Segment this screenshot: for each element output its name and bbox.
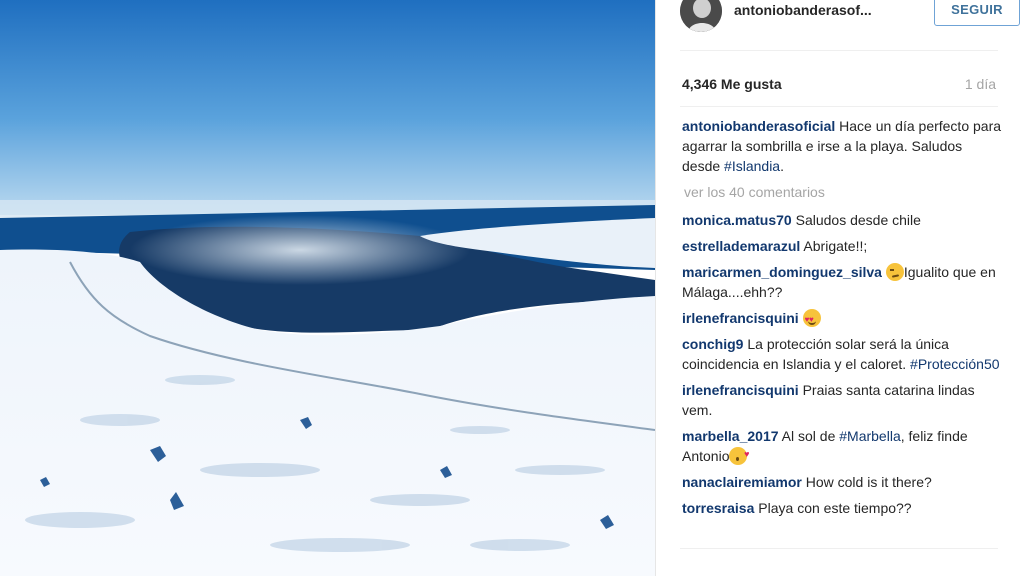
comment: irlenefrancisquini (682, 308, 1002, 330)
comments-divider (680, 548, 998, 549)
comment-username[interactable]: estrellademarazul (682, 238, 800, 254)
heart-eyes-emoji-icon (802, 309, 821, 330)
header-divider (680, 50, 998, 51)
comment-username[interactable]: maricarmen_dominguez_silva (682, 264, 882, 280)
comment: nanaclairemiamor How cold is it there? (682, 472, 1002, 492)
comment-text: Playa con este tiempo?? (758, 500, 912, 516)
comment: monica.matus70 Saludos desde chile (682, 210, 1002, 230)
likes-count[interactable]: 4,346 Me gusta (682, 76, 782, 92)
view-all-comments-link[interactable]: ver los 40 comentarios (684, 182, 1002, 202)
comment: irlenefrancisquini Praias santa catarina… (682, 380, 1002, 420)
iceland-landscape-image (0, 0, 655, 576)
comment-username[interactable]: nanaclairemiamor (682, 474, 802, 490)
comment-text: How cold is it there? (805, 474, 932, 490)
author-username[interactable]: antoniobanderasof... (734, 2, 872, 18)
post-time[interactable]: 1 día (965, 76, 996, 92)
post-header: antoniobanderasof... SEGUIR (680, 0, 1020, 50)
kiss-emoji-icon (729, 444, 749, 465)
comment: maricarmen_dominguez_silva Igualito que … (682, 262, 1002, 302)
caption-username[interactable]: antoniobanderasoficial (682, 118, 835, 134)
caption: antoniobanderasoficial Hace un día perfe… (682, 116, 1002, 176)
post-side-panel: antoniobanderasof... SEGUIR 4,346 Me gus… (656, 0, 1024, 576)
follow-button[interactable]: SEGUIR (934, 0, 1020, 26)
comment-hashtag[interactable]: #Marbella (839, 428, 900, 444)
avatar-image (680, 0, 722, 32)
comment-username[interactable]: monica.matus70 (682, 212, 792, 228)
likes-divider (680, 106, 998, 107)
comment: conchig9 La protección solar será la úni… (682, 334, 1002, 374)
comment-username[interactable]: irlenefrancisquini (682, 382, 799, 398)
comment: estrellademarazul Abrigate!!; (682, 236, 1002, 256)
comment: torresraisa Playa con este tiempo?? (682, 498, 1002, 518)
comment-username[interactable]: torresraisa (682, 500, 754, 516)
comments-list: antoniobanderasoficial Hace un día perfe… (682, 116, 1002, 524)
comment-hashtag[interactable]: #Protección50 (910, 356, 1000, 372)
comment: marbella_2017 Al sol de #Marbella, feliz… (682, 426, 1002, 466)
author-avatar[interactable] (680, 0, 722, 32)
comment-text: Saludos desde chile (795, 212, 921, 228)
comment-text: Al sol de (781, 428, 840, 444)
post-photo[interactable] (0, 0, 655, 576)
smirk-emoji-icon (885, 263, 904, 281)
comment-username[interactable]: conchig9 (682, 336, 743, 352)
comment-text: Abrigate!!; (803, 238, 868, 254)
caption-end: . (780, 158, 784, 174)
comment-username[interactable]: irlenefrancisquini (682, 310, 799, 326)
caption-hashtag[interactable]: #Islandia (724, 158, 780, 174)
comment-username[interactable]: marbella_2017 (682, 428, 779, 444)
